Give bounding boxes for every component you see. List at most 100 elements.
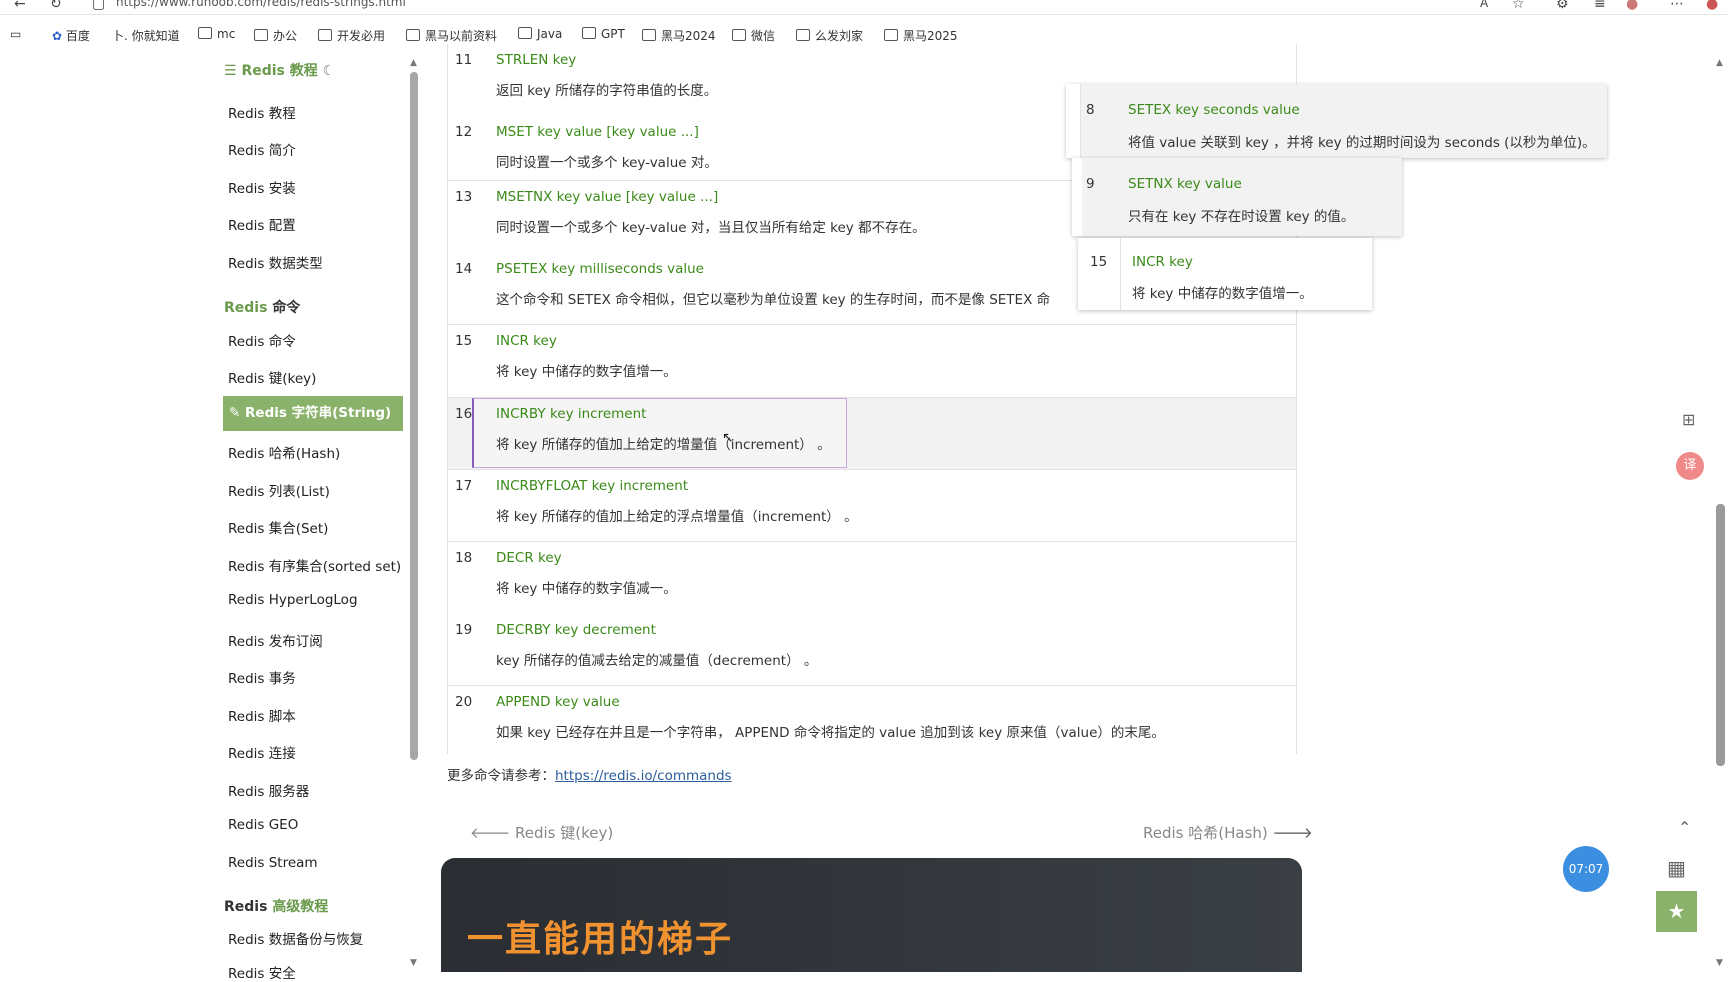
favorite-star-icon[interactable]: ☆ [1512,0,1525,12]
bookmarks-bar: ▭ ✿ 百度 卜. 你就知道 mc 办公 开发必用 黑马以前资料 Java GP… [0,24,1728,46]
more-commands-note: 更多命令请参考：https://redis.io/commands [447,768,732,784]
sidebar-item-active[interactable]: ✎ Redis 字符串(String) [223,396,403,431]
command-link[interactable]: STRLEN key [496,52,576,68]
command-link[interactable]: APPEND key value [496,694,620,710]
page-scrollbar[interactable] [1716,504,1725,766]
bookmark-folder-2024[interactable]: 黑马2024 [642,27,716,44]
back-to-top-chevron-icon[interactable]: ⌃ [1678,818,1691,837]
sidebar-item[interactable]: Redis 键(key) [228,367,316,387]
folder-icon [406,29,420,41]
command-link[interactable]: DECRBY key decrement [496,622,656,638]
floating-row-card[interactable]: 9 SETNX key value 只有在 key 不存在时设置 key 的值。 [1072,158,1402,236]
arrow-left-icon: 🡐 [470,824,511,842]
sidebar-item[interactable]: Redis Stream [228,855,318,871]
command-link[interactable]: INCRBYFLOAT key increment [496,478,688,494]
floating-row-card[interactable]: 8 SETEX key seconds value 将值 value 关联到 k… [1066,84,1607,158]
sidebar-item[interactable]: Redis 服务器 [228,780,309,800]
sidebar-commands-header: Redis 命令 [224,300,301,316]
folder-icon [732,29,746,41]
bookmark-folder-old[interactable]: 黑马以前资料 [406,27,497,44]
folder-icon [198,27,212,39]
folder-icon [518,27,532,39]
scroll-down-arrow-icon[interactable]: ▼ [410,958,417,968]
prev-page-link[interactable]: 🡐 Redis 键(key) [470,822,613,843]
arrow-right-icon: 🡒 [1272,824,1313,842]
sidebar-item[interactable]: Redis 数据备份与恢复 [228,928,363,948]
sidebar-item[interactable]: Redis 简介 [228,139,296,159]
apps-grid-icon[interactable]: ⊞ [1682,410,1695,429]
command-link[interactable]: INCR key [1132,254,1193,270]
more-menu-icon[interactable]: ⋯ [1670,0,1684,12]
moon-icon[interactable]: ☾ [323,63,336,79]
sidebar-item[interactable]: Redis 连接 [228,742,296,762]
bookmark-folder-mc[interactable]: mc [198,27,235,41]
bookmark-folder-dev[interactable]: 开发必用 [318,27,385,44]
bookmark-folder-wechat[interactable]: 微信 [732,27,775,44]
bookmark-folder-gpt[interactable]: GPT [582,27,625,41]
next-page-link[interactable]: Redis 哈希(Hash) 🡒 [1143,822,1313,843]
browser-address-bar: ← ↻ ▢ https://www.runoob.com/redis/redis… [0,0,1728,15]
sidebar-item[interactable]: Redis 命令 [228,330,296,350]
sidebar-item[interactable]: Redis 集合(Set) [228,517,328,537]
sidebar-item[interactable]: Redis GEO [228,817,298,833]
read-aloud-icon[interactable]: A [1480,0,1488,10]
translate-icon[interactable]: 译 [1676,452,1704,480]
favorite-star-button[interactable]: ★ [1656,891,1697,932]
redis-commands-link[interactable]: https://redis.io/commands [555,768,732,784]
scroll-up-arrow-icon[interactable]: ▲ [410,58,417,68]
command-link[interactable]: MSETNX key value [key value ...] [496,189,718,205]
sidebar-item[interactable]: Redis 数据类型 [228,252,323,272]
favorites-list-icon[interactable]: ≡ [1594,0,1606,12]
sidebar-item[interactable]: Redis 哈希(Hash) [228,442,340,462]
bookmark-baidu[interactable]: ✿ 百度 [52,27,90,44]
sidebar-item[interactable]: Redis 脚本 [228,705,296,725]
page-scroll-up-icon[interactable]: ▲ [1716,58,1723,68]
bookmark-folder-java[interactable]: Java [518,27,562,41]
floating-row-card[interactable]: 15 INCR key 将 key 中储存的数字值增一。 [1078,238,1372,310]
command-link[interactable]: DECR key [496,550,562,566]
sidebar-item[interactable]: Redis HyperLogLog [228,592,358,608]
promo-banner[interactable]: 一直能用的梯子 [441,858,1302,972]
mouse-cursor-icon: ↖ [722,430,734,446]
sidebar-item[interactable]: Redis 发布订阅 [228,630,323,650]
bookmark-folder-2025[interactable]: 黑马2025 [884,27,958,44]
page-scroll-down-icon[interactable]: ▼ [1716,958,1723,968]
command-link[interactable]: SETNX key value [1128,176,1242,192]
table-row: 15 INCR key 将 key 中储存的数字值增一。 [448,325,1296,398]
sidebar-item[interactable]: Redis 有序集合(sorted set) [228,555,401,575]
page-info-icon[interactable]: ▢ [92,0,105,12]
command-link[interactable]: MSET key value [key value ...] [496,124,699,140]
bookmark-1[interactable]: 卜. 你就知道 [112,27,180,44]
command-link[interactable]: INCRBY key increment [496,406,646,422]
profile-avatar-icon[interactable]: ● [1626,0,1638,12]
sidebar-item[interactable]: Redis 安装 [228,177,296,197]
folder-icon [884,29,898,41]
tag-icon: ✎ [229,405,241,421]
table-row: 20 APPEND key value 如果 key 已经存在并且是一个字符串，… [455,694,1165,741]
sidebar-item[interactable]: Redis 事务 [228,667,296,687]
command-link[interactable]: PSETEX key milliseconds value [496,261,704,277]
back-arrow-icon[interactable]: ← [14,0,26,12]
sidebar-item[interactable]: Redis 教程 [228,102,296,122]
table-row: 17 INCRBYFLOAT key increment 将 key 所储存的值… [448,470,1296,542]
sidebar-item[interactable]: Redis 列表(List) [228,480,330,500]
command-link[interactable]: SETEX key seconds value [1128,102,1300,118]
promo-title: 一直能用的梯子 [467,919,734,960]
qr-code-icon[interactable]: ▦ [1667,856,1686,880]
reload-icon[interactable]: ↻ [50,0,62,12]
sidebar-item[interactable]: Redis 配置 [228,214,296,234]
extensions-icon[interactable]: ⚙ [1556,0,1569,12]
folder-icon [318,29,332,41]
timer-badge[interactable]: 07:07 [1563,846,1609,892]
bookmark-folder-office[interactable]: 办公 [254,27,297,44]
table-row-hovered: 16 INCRBY key increment 将 key 所储存的值加上给定的… [448,398,1296,470]
command-link[interactable]: INCR key [496,333,557,349]
sidebar-item[interactable]: Redis 安全 [228,962,296,982]
bookmark-folder-10[interactable]: 么发刘家 [796,27,863,44]
sidebar-scrollbar[interactable] [410,72,418,760]
tablet-icon[interactable]: ▭ [10,27,21,41]
copilot-icon[interactable]: ● [1706,0,1718,12]
sidebar-nav: ☰ Redis 教程 ☾ Redis 教程 Redis 简介 Redis 安装 … [222,56,404,982]
list-icon: ☰ [224,63,237,79]
url-text[interactable]: https://www.runoob.com/redis/redis-strin… [116,0,406,9]
